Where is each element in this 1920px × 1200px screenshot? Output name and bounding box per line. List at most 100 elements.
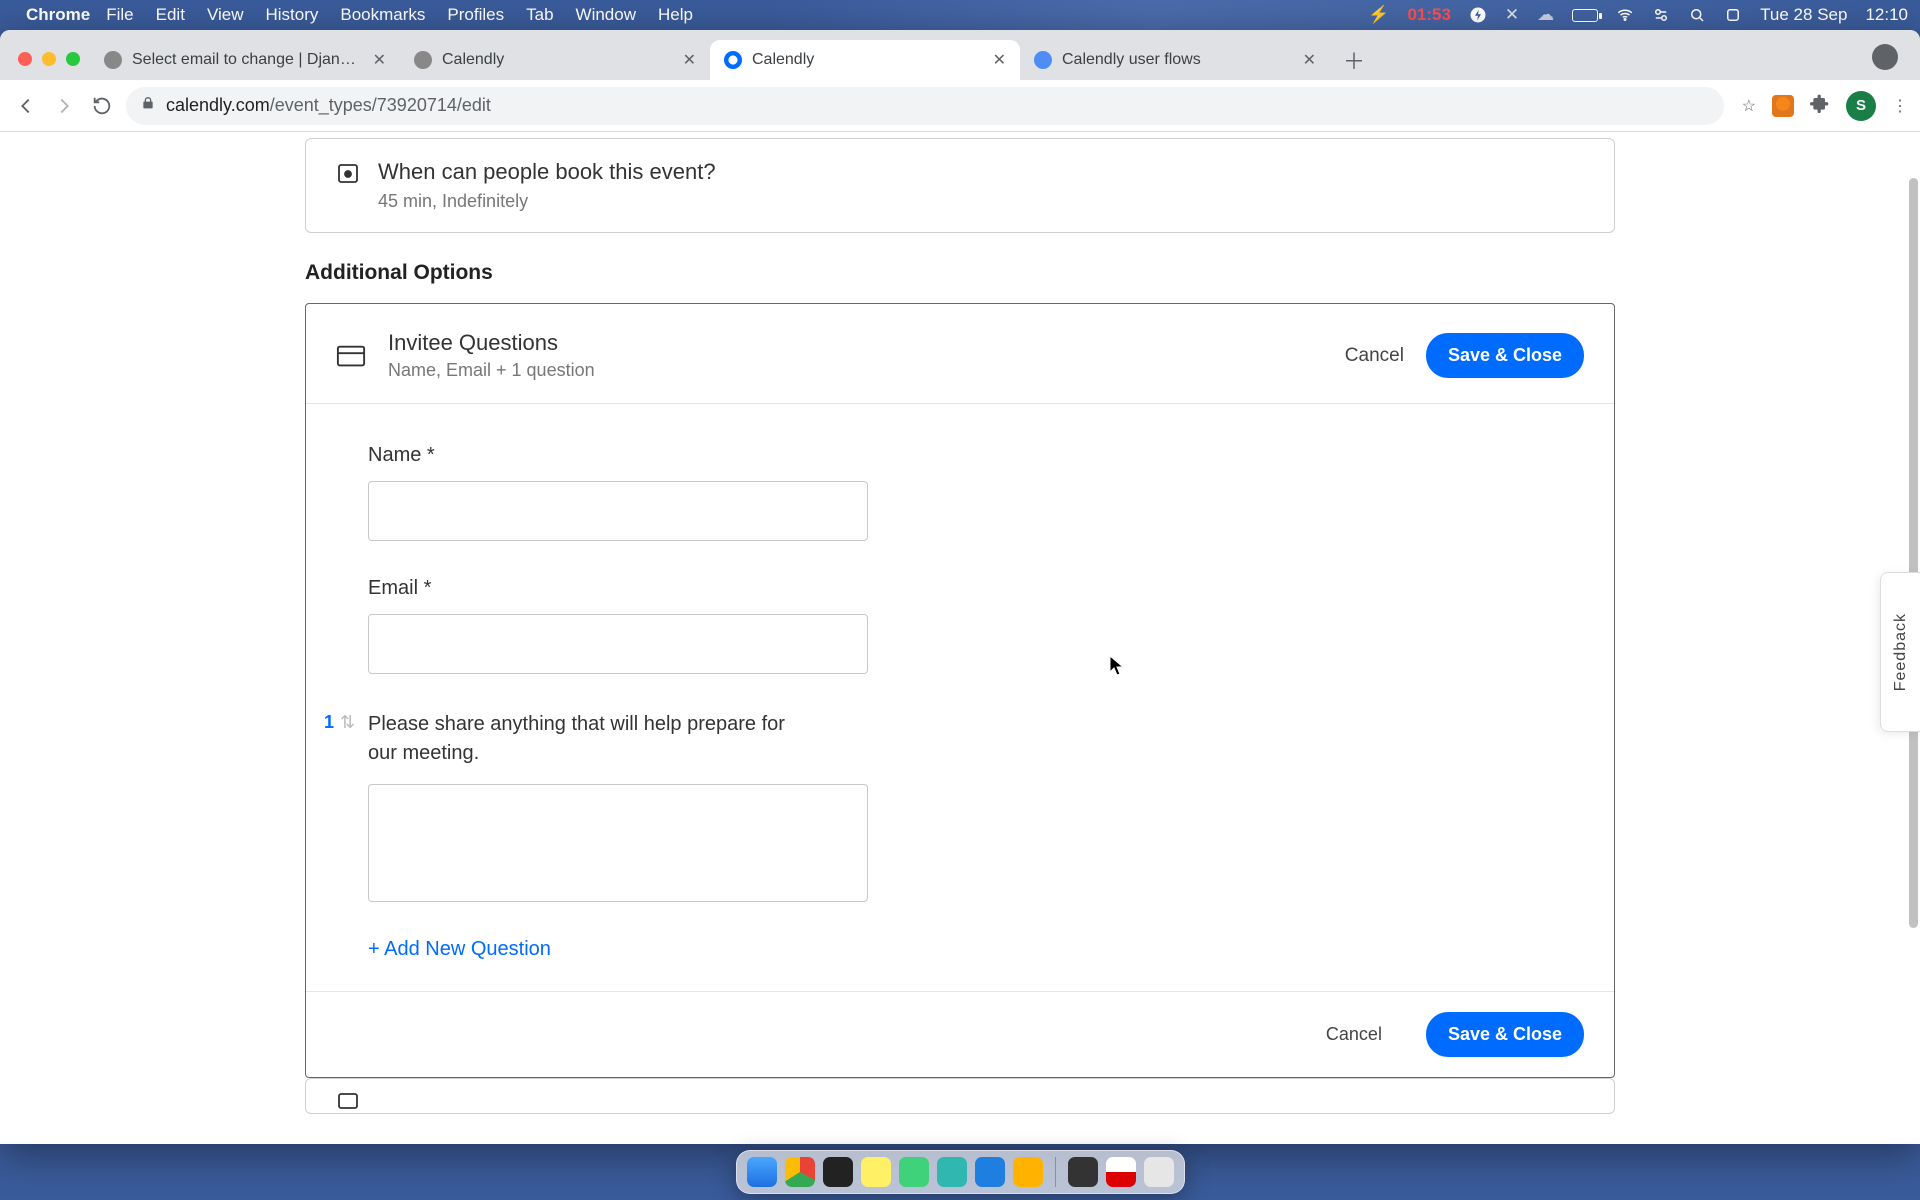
status-bolt-icon[interactable] <box>1469 6 1487 24</box>
tab-django-admin[interactable]: Select email to change | Djang… ✕ <box>90 40 400 80</box>
metamask-extension-icon[interactable] <box>1772 95 1794 117</box>
extensions-icon[interactable] <box>1810 93 1830 118</box>
address-bar[interactable]: calendly.com/event_types/73920714/edit <box>126 87 1724 125</box>
section-additional-options: Additional Options <box>305 261 1615 285</box>
drag-handle-icon[interactable]: ⇅ <box>340 712 355 733</box>
tab-close-icon[interactable]: ✕ <box>1303 50 1316 70</box>
calendar-target-icon <box>336 161 364 189</box>
wifi-icon[interactable] <box>1616 6 1634 24</box>
email-label: Email * <box>368 577 1552 600</box>
dock-app-teal[interactable] <box>937 1157 967 1187</box>
menubar-clock[interactable]: 12:10 <box>1865 5 1908 25</box>
status-x-icon[interactable]: ✕ <box>1505 5 1519 25</box>
status-charge-icon[interactable]: ⚡ <box>1368 5 1389 25</box>
tab-title: Calendly user flows <box>1062 51 1293 69</box>
invitee-questions-card: Invitee Questions Name, Email + 1 questi… <box>305 303 1615 1078</box>
control-center-icon[interactable] <box>1652 6 1670 24</box>
toolbar: calendly.com/event_types/73920714/edit ☆… <box>0 80 1920 132</box>
profile-avatar[interactable]: S <box>1846 91 1876 121</box>
next-card-icon <box>336 1089 364 1114</box>
forward-button[interactable] <box>50 92 78 120</box>
invitee-questions-header: Invitee Questions Name, Email + 1 questi… <box>306 304 1614 404</box>
menubar-date[interactable]: Tue 28 Sep <box>1760 5 1847 25</box>
new-tab-button[interactable]: ＋ <box>1338 44 1370 76</box>
menu-tab[interactable]: Tab <box>526 5 553 25</box>
tab-close-icon[interactable]: ✕ <box>373 50 386 70</box>
battery-icon[interactable] <box>1572 9 1598 22</box>
menu-history[interactable]: History <box>265 5 318 25</box>
invitee-questions-title: Invitee Questions <box>388 330 1345 356</box>
tab-calendly-1[interactable]: Calendly ✕ <box>400 40 710 80</box>
favicon-generic-icon <box>414 51 432 69</box>
window-close-button[interactable] <box>18 52 32 66</box>
name-input[interactable] <box>368 481 868 541</box>
save-close-button-bottom[interactable]: Save & Close <box>1426 1012 1584 1057</box>
bookmark-star-icon[interactable]: ☆ <box>1742 96 1756 116</box>
toolbar-right: ☆ S ⋮ <box>1734 91 1908 121</box>
menu-view[interactable]: View <box>207 5 244 25</box>
menu-profiles[interactable]: Profiles <box>447 5 504 25</box>
lock-icon <box>140 95 156 116</box>
back-button[interactable] <box>12 92 40 120</box>
chrome-menu-icon[interactable]: ⋮ <box>1892 96 1908 116</box>
questions-body: Name * Email * 1 ⇅ Please share anything… <box>306 404 1614 991</box>
dock-finder[interactable] <box>747 1157 777 1187</box>
profile-indicator-icon[interactable] <box>1872 44 1898 70</box>
question-number: 1 <box>324 712 334 733</box>
tab-calendly-user-flows[interactable]: Calendly user flows ✕ <box>1020 40 1330 80</box>
feedback-label: Feedback <box>1892 613 1910 691</box>
window-controls <box>8 52 90 80</box>
dock-app-bolt[interactable] <box>1013 1157 1043 1187</box>
window-minimize-button[interactable] <box>42 52 56 66</box>
menu-edit[interactable]: Edit <box>156 5 185 25</box>
question-1-input[interactable] <box>368 784 868 902</box>
menubar-app-name[interactable]: Chrome <box>26 5 90 25</box>
reload-button[interactable] <box>88 92 116 120</box>
page: When can people book this event? 45 min,… <box>0 132 1920 1144</box>
invitee-questions-subtitle: Name, Email + 1 question <box>388 360 1345 381</box>
form-icon <box>336 344 366 368</box>
tabstrip: Select email to change | Djang… ✕ Calend… <box>0 30 1920 80</box>
add-new-question-link[interactable]: + Add New Question <box>368 938 1552 961</box>
dock-notes[interactable] <box>861 1157 891 1187</box>
dock-app-blue[interactable] <box>975 1157 1005 1187</box>
feedback-tab[interactable]: Feedback <box>1880 572 1920 732</box>
window-zoom-button[interactable] <box>66 52 80 66</box>
email-input[interactable] <box>368 614 868 674</box>
field-email: Email * <box>368 577 1552 674</box>
dock-chrome[interactable] <box>785 1157 815 1187</box>
cancel-button-top[interactable]: Cancel <box>1345 345 1404 367</box>
scrollbar-thumb[interactable] <box>1909 178 1918 928</box>
dock-terminal[interactable] <box>823 1157 853 1187</box>
dock-app-green[interactable] <box>899 1157 929 1187</box>
dock-app-dark[interactable] <box>1068 1157 1098 1187</box>
chrome-window: Select email to change | Djang… ✕ Calend… <box>0 30 1920 1144</box>
dock-app-flag[interactable] <box>1106 1157 1136 1187</box>
question-1-text: Please share anything that will help pre… <box>368 710 808 768</box>
dock-trash[interactable] <box>1144 1157 1174 1187</box>
menu-help[interactable]: Help <box>658 5 693 25</box>
tab-title: Calendly <box>752 51 983 69</box>
menu-bookmarks[interactable]: Bookmarks <box>340 5 425 25</box>
dock-wrap <box>0 1150 1920 1194</box>
spotlight-icon[interactable] <box>1688 6 1706 24</box>
favicon-calendly-icon <box>724 51 742 69</box>
status-cloud-icon[interactable]: ☁︎ <box>1537 5 1554 25</box>
menu-window[interactable]: Window <box>576 5 636 25</box>
save-close-button-top[interactable]: Save & Close <box>1426 333 1584 378</box>
menu-file[interactable]: File <box>106 5 133 25</box>
tab-close-icon[interactable]: ✕ <box>683 50 696 70</box>
siri-icon[interactable] <box>1724 6 1742 24</box>
favicon-generic-icon <box>104 51 122 69</box>
cancel-button-bottom[interactable]: Cancel <box>1326 1024 1382 1045</box>
when-card-title: When can people book this event? <box>378 159 1588 185</box>
invitee-questions-footer: Cancel Save & Close <box>306 991 1614 1077</box>
dock-separator <box>1055 1157 1056 1187</box>
when-card[interactable]: When can people book this event? 45 min,… <box>305 138 1615 233</box>
dock <box>736 1150 1185 1194</box>
next-card-peek[interactable] <box>305 1078 1615 1114</box>
tab-calendly-active[interactable]: Calendly ✕ <box>710 40 1020 80</box>
favicon-pageflows-icon <box>1034 51 1052 69</box>
tab-close-icon[interactable]: ✕ <box>993 50 1006 70</box>
name-label: Name * <box>368 444 1552 467</box>
